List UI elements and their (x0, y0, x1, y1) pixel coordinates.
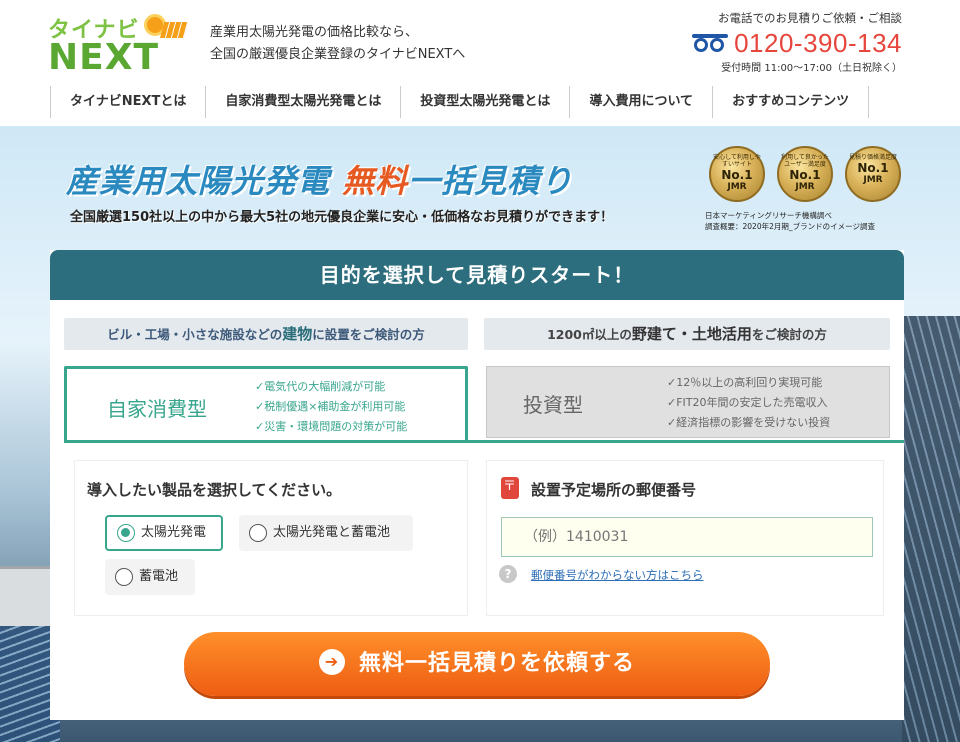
solar-panel-icon (159, 22, 189, 38)
hero-title-free: 無料 (342, 162, 409, 200)
nav-item-about[interactable]: タイナビNEXTとは (50, 86, 205, 118)
tab-self-points: ✓電気代の大幅削減が可能 ✓税制優遇×補助金が利用可能 ✓災害・環境問題の対策が… (255, 377, 407, 437)
postal-mark-icon (501, 477, 519, 499)
arrow-right-icon: ➔ (318, 649, 345, 675)
award-badges: 安心して利用しやすいサイト No.1 JMR 利用して良かったユーザー満足度 N… (705, 142, 905, 248)
site-logo[interactable]: タイナビ NEXT (48, 12, 189, 78)
form-heading: 目的を選択して見積りスタート！ (50, 250, 904, 300)
phone-number[interactable]: 0120-390-134 (734, 28, 902, 59)
hero-subtitle: 全国厳選150社以上の中から最大5社の地元優良企業に安心・低価格なお見積りができ… (70, 210, 614, 225)
tab-invest-name: 投資型 (523, 393, 583, 417)
award-rank: No.1 (857, 161, 889, 175)
tagline-line-2: 全国の厳選優良企業登録のタイナビNEXTへ (210, 47, 466, 62)
factory-building-image (0, 566, 50, 626)
awards-footnote: 日本マーケティングリサーチ機構調べ 調査概要：2020年2月期_ブランドのイメー… (705, 210, 875, 232)
target-left-emphasis: 建物 (282, 325, 313, 343)
product-select-panel: 導入したい製品を選択してください。 太陽光発電 太陽光発電と蓄電池 蓄電池 (74, 460, 468, 616)
option-solar-battery-label: 太陽光発電と蓄電池 (273, 525, 391, 540)
nav-item-self-consumption[interactable]: 自家消費型太陽光発電とは (205, 86, 400, 118)
estimate-form: 目的を選択して見積りスタート！ ビル・工場・小さな施設などの建物に設置をご検討の… (50, 250, 904, 720)
option-battery-label: 蓄電池 (139, 569, 179, 584)
nav-item-costs[interactable]: 導入費用について (569, 86, 712, 118)
tab-self-point: ✓災害・環境問題の対策が可能 (255, 420, 408, 433)
phone-row[interactable]: 0120-390-134 (672, 28, 902, 59)
target-right-emphasis: 野建て・土地活用 (631, 325, 752, 343)
tab-invest-point: ✓経済指標の影響を受けない投資 (667, 416, 831, 429)
nav-item-recommended[interactable]: おすすめコンテンツ (712, 86, 870, 118)
tab-invest-points: ✓12％以上の高利回り実現可能 ✓FIT20年間の安定した売電収入 ✓経済指標の… (667, 373, 830, 433)
award-rank: No.1 (721, 168, 753, 182)
zip-input[interactable] (501, 517, 873, 557)
phone-note: お電話でのお見積りご依頼・ご相談 (718, 11, 902, 25)
award-rank: No.1 (789, 168, 821, 182)
submit-label: 無料一括見積りを依頼する (358, 651, 635, 676)
tab-self-consumption[interactable]: 自家消費型 ✓電気代の大幅削減が可能 ✓税制優遇×補助金が利用可能 ✓災害・環境… (64, 366, 468, 442)
phone-contact: お電話でのお見積りご依頼・ご相談 0120-390-134 受付時間 11:00… (672, 10, 902, 74)
award-mark: JMR (795, 182, 815, 192)
tab-self-point: ✓電気代の大幅削減が可能 (255, 380, 386, 393)
award-medal: 見積り価格満足度 No.1 JMR (845, 146, 901, 202)
hero-section: 産業用太陽光発電 無料一括見積り 全国厳選150社以上の中から最大5社の地元優良… (0, 126, 960, 742)
award-mark: JMR (727, 182, 747, 192)
tab-invest-point: ✓12％以上の高利回り実現可能 (667, 376, 823, 389)
zip-title: 設置予定場所の郵便番号 (531, 481, 697, 499)
award-mark: JMR (863, 175, 883, 185)
global-nav: タイナビNEXTとは 自家消費型太陽光発電とは 投資型太陽光発電とは 導入費用に… (50, 86, 870, 118)
question-icon: ? (499, 565, 517, 583)
zip-panel: 設置予定場所の郵便番号 ? 郵便番号がわからない方はこちら (486, 460, 884, 616)
option-solar[interactable]: 太陽光発電 (105, 515, 223, 551)
awards-note-line-2: 調査概要：2020年2月期_ブランドのイメージ調査 (705, 222, 875, 231)
phone-hours: 受付時間 11:00〜17:00（土日祝除く） (721, 63, 902, 74)
radio-selected-icon[interactable] (117, 524, 135, 542)
free-dial-icon (692, 33, 729, 54)
target-right-text-b: をご検討の方 (751, 327, 827, 342)
option-solar-battery[interactable]: 太陽光発電と蓄電池 (239, 515, 413, 551)
awards-note-line-1: 日本マーケティングリサーチ機構調べ (705, 211, 832, 220)
site-header: タイナビ NEXT 産業用太陽光発電の価格比較なら、 全国の厳選優良企業登録のタ… (0, 0, 960, 86)
radio-icon[interactable] (249, 524, 267, 542)
tab-invest-point: ✓FIT20年間の安定した売電収入 (667, 396, 828, 409)
award-medal: 安心して利用しやすいサイト No.1 JMR (709, 146, 765, 202)
target-building-label: ビル・工場・小さな施設などの建物に設置をご検討の方 (64, 318, 468, 350)
award-caption: 安心して利用しやすいサイト (713, 154, 761, 168)
radio-icon[interactable] (115, 568, 133, 586)
award-medal: 利用して良かったユーザー満足度 No.1 JMR (777, 146, 833, 202)
target-right-text-a: 1200㎡以上の (547, 327, 632, 342)
nav-item-investment[interactable]: 投資型太陽光発電とは (400, 86, 569, 118)
target-land-label: 1200㎡以上の野建て・土地活用をご検討の方 (484, 318, 890, 350)
hero-title: 産業用太陽光発電 無料一括見積り (66, 156, 573, 202)
hero-title-a: 産業用太陽光発電 (66, 162, 331, 200)
target-left-text-a: ビル・工場・小さな施設などの (107, 327, 283, 342)
tab-self-name: 自家消費型 (107, 397, 207, 421)
award-caption: 見積り価格満足度 (848, 154, 897, 161)
option-solar-label: 太陽光発電 (141, 525, 207, 540)
award-caption: 利用して良かったユーザー満足度 (781, 154, 829, 168)
zip-help-link[interactable]: 郵便番号がわからない方はこちら (531, 567, 704, 583)
submit-estimate-button[interactable]: ➔ 無料一括見積りを依頼する (184, 632, 770, 696)
tab-investment[interactable]: 投資型 ✓12％以上の高利回り実現可能 ✓FIT20年間の安定した売電収入 ✓経… (486, 366, 890, 438)
tab-divider (64, 440, 904, 443)
site-tagline: 産業用太陽光発電の価格比較なら、 全国の厳選優良企業登録のタイナビNEXTへ (210, 22, 465, 66)
target-left-text-b: に設置をご検討の方 (312, 327, 425, 342)
option-battery[interactable]: 蓄電池 (105, 559, 195, 595)
hero-title-b: 一括見積り (408, 162, 574, 200)
logo-bottom-text: NEXT (48, 37, 160, 78)
solar-panels-right-image (902, 316, 960, 742)
tab-self-point: ✓税制優遇×補助金が利用可能 (255, 400, 406, 413)
product-select-title: 導入したい製品を選択してください。 (87, 481, 342, 499)
tagline-line-1: 産業用太陽光発電の価格比較なら、 (210, 25, 419, 40)
